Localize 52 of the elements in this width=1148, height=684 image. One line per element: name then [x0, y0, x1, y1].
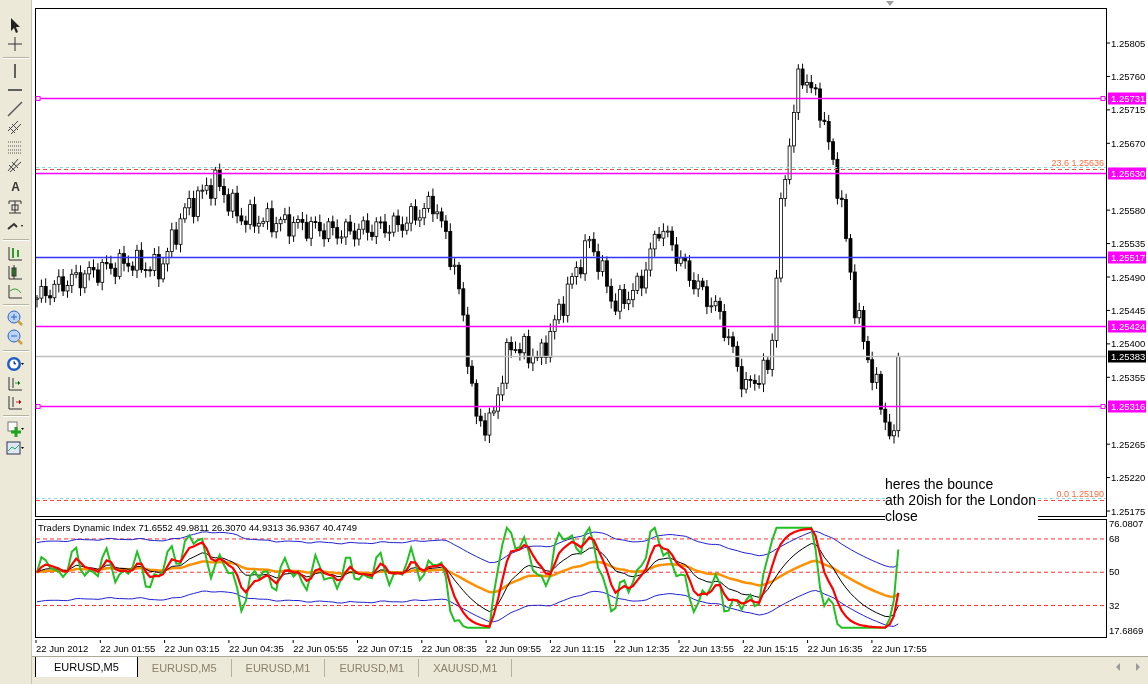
price-axis-label: 1.25445 [1111, 304, 1146, 316]
time-axis-label: 22 Jun 12:35 [614, 643, 670, 654]
indicator-axis-label: 76.0807 [1109, 518, 1144, 529]
indicator-title: Traders Dynamic Index 71.6552 49.9811 26.3070 44.9313 36.9367 40.4749 [38, 522, 358, 533]
chart-shift-marker-icon[interactable] [886, 1, 894, 6]
price-axis-label: 1.25265 [1111, 438, 1146, 450]
price-axis-label: 1.25400 [1111, 338, 1146, 350]
indicator-axis-label: 50 [1109, 566, 1120, 578]
scroll-left-icon[interactable] [1115, 663, 1121, 671]
time-axis-label: 22 Jun 17:55 [871, 643, 927, 654]
price-axis-label: 1.25760 [1111, 70, 1146, 82]
chart-annotation: heres the bounce ath 20ish for the London close [885, 476, 1038, 524]
time-axis-label: 22 Jun 16:35 [807, 643, 863, 654]
time-axis-label: 22 Jun 07:15 [357, 643, 413, 654]
price-tag: 1.25383 [1108, 350, 1146, 363]
horizontal-line[interactable] [36, 256, 1106, 259]
chart-tab[interactable]: EURUSD,M5 [35, 657, 138, 679]
indicator-axis-label: 32 [1109, 599, 1120, 611]
time-axis-label: 22 Jun 01:55 [100, 643, 156, 654]
trendline-icon[interactable] [5, 100, 26, 119]
price-axis-label: 1.25805 [1111, 37, 1146, 49]
time-axis-label: 22 Jun 08:35 [421, 643, 477, 654]
time-axis-label: 22 Jun 13:55 [679, 643, 734, 654]
price-tag: 1.25517 [1108, 251, 1146, 264]
price-tag: 1.25731 [1108, 92, 1146, 105]
add-indicator-icon[interactable] [5, 420, 26, 439]
time-axis-label: 22 Jun 2012 [36, 643, 89, 654]
time-axis-label: 22 Jun 11:15 [550, 643, 605, 654]
price-axis-label: 1.25670 [1111, 137, 1146, 149]
price-tag: 1.25424 [1108, 320, 1146, 333]
time-axis-label: 22 Jun 04:35 [228, 643, 284, 654]
price-axis-label: 1.25490 [1111, 271, 1146, 283]
price-axis-label: 1.25355 [1111, 371, 1146, 383]
price-tag: 1.25316 [1108, 400, 1146, 413]
fibonacci-level-label: 23.6 1.25636 [1051, 157, 1104, 168]
price-axis-label: 1.25715 [1111, 104, 1146, 116]
indicator-axis-label: 17.6869 [1109, 625, 1144, 636]
template-icon[interactable] [5, 439, 26, 458]
price-tag: 1.25630 [1108, 167, 1146, 180]
text-tool-button[interactable]: A [3, 176, 28, 198]
indicator-axis-label: 68 [1109, 532, 1120, 544]
price-axis-label: 1.25580 [1111, 204, 1146, 216]
time-axis-label: 22 Jun 15:15 [743, 643, 799, 654]
clock-icon[interactable] [5, 355, 26, 374]
price-axis-label: 1.25220 [1111, 472, 1146, 484]
time-axis-label: 22 Jun 09:55 [486, 643, 542, 654]
time-axis-label: 22 Jun 05:55 [293, 643, 349, 654]
price-axis-label: 1.25535 [1111, 238, 1146, 250]
scroll-right-icon[interactable] [1135, 663, 1141, 671]
fibonacci-level-label: 0.0 1.25190 [1056, 488, 1104, 499]
time-axis-label: 22 Jun 03:15 [164, 643, 220, 654]
price-axis-label: 1.25175 [1111, 505, 1146, 517]
